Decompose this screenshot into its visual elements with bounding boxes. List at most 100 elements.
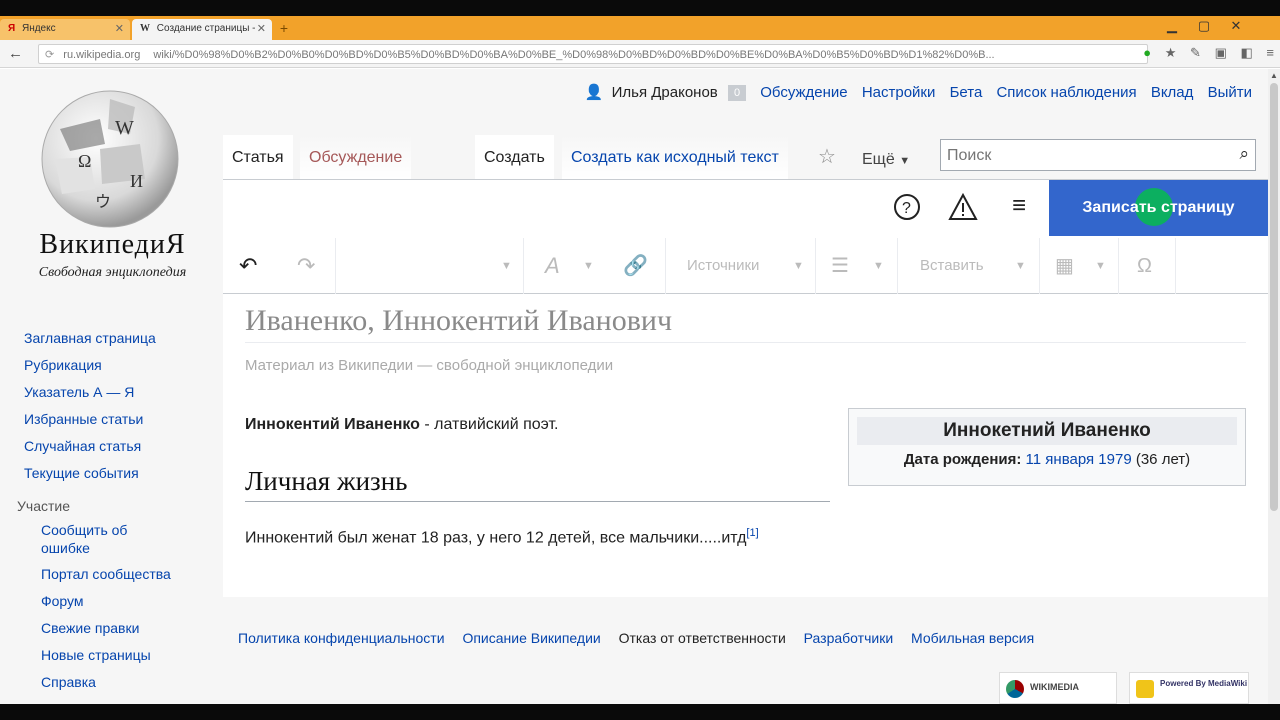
section-paragraph[interactable]: Иннокентий был женат 18 раз, у него 12 д… (245, 524, 759, 547)
new-tab-button[interactable]: + (276, 21, 292, 37)
table-icon[interactable]: ▦ (1055, 238, 1074, 294)
watch-star-icon[interactable]: ☆ (818, 144, 836, 169)
footer-disclaimer-link[interactable]: Отказ от ответственности (619, 630, 786, 646)
list-chevron-down-icon[interactable]: ▼ (873, 238, 884, 294)
sidebar-item-forum[interactable]: Форум (41, 588, 214, 615)
minimize-icon[interactable]: ▁ (1158, 18, 1186, 34)
more-label: Ещё (862, 151, 895, 168)
infobox[interactable]: Иннокетний Иваненко Дата рождения: 11 ян… (848, 408, 1246, 486)
lock-icon[interactable]: ● (1143, 45, 1151, 60)
wikipedia-globe-icon: W Ω И ウ (41, 90, 179, 228)
insert-chevron-down-icon[interactable]: ▼ (1015, 238, 1026, 294)
mediawiki-badge[interactable]: Powered By MediaWiki (1129, 672, 1249, 704)
tab-label: Создание страницы - (156, 23, 256, 34)
link-icon[interactable]: 🔗 (623, 238, 648, 294)
close-icon[interactable]: ✕ (257, 22, 266, 35)
notifications-badge[interactable]: 0 (727, 85, 747, 102)
mediawiki-sunflower-icon (1136, 680, 1154, 698)
window-close-icon[interactable]: ✕ (1222, 18, 1250, 34)
sidebar-item-community-portal[interactable]: Портал сообщества (41, 561, 214, 588)
wikimedia-label: WIKIMEDIA (1030, 682, 1079, 692)
personal-beta-link[interactable]: Бета (950, 84, 983, 101)
footer-mobile-link[interactable]: Мобильная версия (911, 630, 1034, 646)
logo-wordmark: ВикипедиЯ (39, 229, 186, 260)
help-icon[interactable]: ? (891, 192, 923, 224)
personal-watchlist-link[interactable]: Список наблюдения (996, 84, 1136, 101)
user-icon: 👤 (584, 84, 604, 101)
references-chevron-down-icon[interactable]: ▼ (793, 238, 804, 294)
personal-contributions-link[interactable]: Вклад (1151, 84, 1194, 101)
letterbox-bottom (0, 704, 1280, 720)
text-style-icon[interactable]: A (545, 238, 560, 294)
page-title[interactable]: Иваненко, Иннокентий Иванович (245, 304, 1246, 343)
sidebar-item-current-events[interactable]: Текущие события (24, 460, 214, 487)
insert-menu[interactable]: Вставить (920, 238, 984, 294)
url-path: wiki/%D0%98%D0%B2%D0%B0%D0%BD%D0%B5%D0%B… (153, 49, 995, 61)
page-menu-icon[interactable]: ≡ (1003, 192, 1035, 224)
sidebar-item-random[interactable]: Случайная статья (24, 433, 214, 460)
footer-links: Политика конфиденциальности Описание Вик… (238, 630, 1048, 646)
extension-icon[interactable]: ▣ (1215, 45, 1227, 60)
tab-create[interactable]: Создать (475, 135, 554, 179)
footer-developers-link[interactable]: Разработчики (804, 630, 893, 646)
lead-rest: - латвийский поэт. (419, 416, 559, 433)
extension-icon-2[interactable]: ◧ (1240, 45, 1252, 60)
sidebar-item-categories[interactable]: Рубрикация (24, 352, 214, 379)
svg-text:Ω: Ω (78, 151, 91, 171)
menu-icon[interactable]: ≡ (1266, 45, 1274, 60)
browser-toolbar-icons: ● ★ ✎ ▣ ◧ ≡ (1133, 45, 1274, 61)
save-page-label: Записать страницу (1082, 199, 1235, 216)
list-icon[interactable]: ☰ (831, 238, 849, 294)
sidebar-item-main-page[interactable]: Заглавная страница (24, 325, 214, 352)
tab-create-source[interactable]: Создать как исходный текст (562, 135, 788, 179)
page-icon: ⟳ (45, 49, 55, 61)
footer-about-link[interactable]: Описание Википедии (462, 630, 600, 646)
browser-tab-yandex[interactable]: Я Яндекс ✕ (0, 19, 130, 40)
special-characters-icon[interactable]: Ω (1137, 238, 1152, 294)
editor-actions-bar: ? ≡ Записать страницу (223, 180, 1268, 238)
table-chevron-down-icon[interactable]: ▼ (1095, 238, 1106, 294)
sidebar-navigation: Заглавная страница Рубрикация Указатель … (17, 325, 214, 696)
more-menu[interactable]: Ещё ▼ (862, 151, 910, 169)
editor-content: ? ≡ Записать страницу ↶ ↷ ▼ A ▼ 🔗 Источн… (223, 179, 1268, 597)
page-scrollbar[interactable]: ▲ (1268, 69, 1280, 704)
sidebar-item-recent-changes[interactable]: Свежие правки (41, 615, 214, 642)
sidebar-heading-participation: Участие (17, 498, 70, 514)
infobox-birth-date-link[interactable]: 11 января 1979 (1026, 451, 1132, 468)
references-menu[interactable]: Источники (687, 238, 759, 294)
sidebar-item-new-pages[interactable]: Новые страницы (41, 642, 214, 669)
text-style-chevron-down-icon[interactable]: ▼ (583, 238, 594, 294)
url-field[interactable]: ⟳ ru.wikipedia.org wiki/%D0%98%D0%B2%D0%… (38, 44, 1148, 64)
save-page-button[interactable]: Записать страницу (1049, 180, 1268, 236)
browser-tab-wikipedia[interactable]: W Создание страницы - ✕ (132, 19, 272, 40)
bookmark-star-icon[interactable]: ★ (1165, 45, 1177, 60)
reference-link[interactable]: [1] (746, 527, 758, 539)
sidebar-item-report-error[interactable]: Сообщить об ошибке (41, 517, 171, 561)
scrollbar-thumb[interactable] (1270, 83, 1278, 511)
search-input[interactable] (941, 140, 1221, 172)
sidebar-item-index[interactable]: Указатель А — Я (24, 379, 214, 406)
tab-talk[interactable]: Обсуждение (300, 135, 412, 179)
wikimedia-badge[interactable]: WIKIMEDIA (999, 672, 1117, 704)
search-icon[interactable]: ⌕ (1239, 144, 1249, 164)
personal-talk-link[interactable]: Обсуждение (760, 84, 847, 101)
username-link[interactable]: Илья Драконов (612, 84, 718, 101)
tab-article[interactable]: Статья (223, 135, 293, 179)
redo-icon[interactable]: ↷ (297, 238, 315, 294)
footer-privacy-link[interactable]: Политика конфиденциальности (238, 630, 445, 646)
close-icon[interactable]: ✕ (115, 22, 124, 35)
lead-paragraph[interactable]: Иннокентий Иваненко - латвийский поэт. (245, 416, 558, 434)
personal-preferences-link[interactable]: Настройки (862, 84, 936, 101)
sidebar-item-help[interactable]: Справка (41, 669, 214, 696)
paragraph-chevron-down-icon[interactable]: ▼ (501, 238, 512, 294)
undo-icon[interactable]: ↶ (239, 238, 257, 294)
svg-text:И: И (130, 171, 143, 191)
section-heading[interactable]: Личная жизнь (245, 466, 830, 502)
warning-icon[interactable] (947, 192, 979, 224)
back-arrow-icon[interactable]: ← (8, 45, 23, 62)
sidebar-item-featured[interactable]: Избранные статьи (24, 406, 214, 433)
pen-icon[interactable]: ✎ (1190, 45, 1201, 60)
scroll-up-icon[interactable]: ▲ (1270, 71, 1278, 80)
maximize-icon[interactable]: ▢ (1190, 18, 1218, 34)
personal-logout-link[interactable]: Выйти (1208, 84, 1252, 101)
